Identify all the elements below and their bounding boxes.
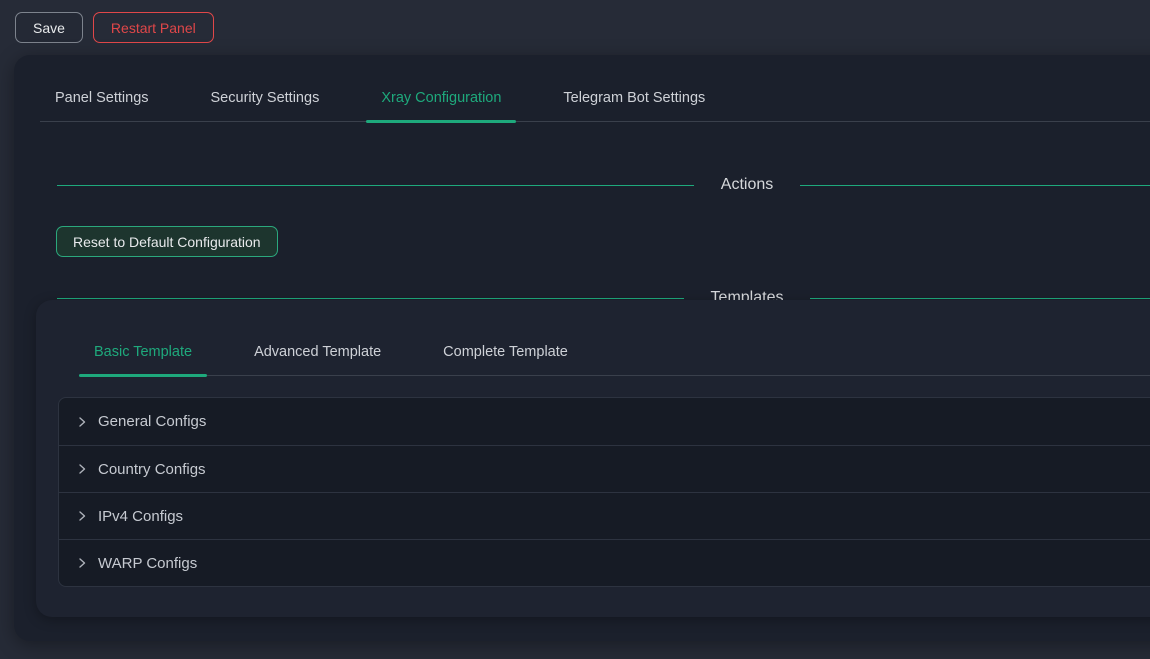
tab-basic-template[interactable]: Basic Template (79, 344, 207, 375)
main-tab-bar: Panel Settings Security Settings Xray Co… (40, 90, 1150, 122)
divider-line (810, 298, 1150, 299)
actions-divider: Actions (14, 176, 1150, 194)
collapse-item-ipv4-configs[interactable]: IPv4 Configs (59, 492, 1150, 539)
collapse-item-label: WARP Configs (98, 556, 197, 571)
collapse-item-country-configs[interactable]: Country Configs (59, 445, 1150, 492)
configs-accordion: General Configs Country Configs IPv4 Con… (58, 397, 1150, 587)
divider-line (57, 298, 684, 299)
tab-panel-settings[interactable]: Panel Settings (40, 90, 164, 121)
tab-complete-template[interactable]: Complete Template (428, 344, 583, 375)
collapse-item-label: IPv4 Configs (98, 509, 183, 524)
reset-default-configuration-button[interactable]: Reset to Default Configuration (56, 226, 278, 257)
tab-advanced-template[interactable]: Advanced Template (239, 344, 396, 375)
tab-telegram-bot-settings[interactable]: Telegram Bot Settings (548, 90, 720, 121)
tab-xray-configuration[interactable]: Xray Configuration (366, 90, 516, 121)
templates-card: Basic Template Advanced Template Complet… (36, 300, 1150, 617)
collapse-item-label: General Configs (98, 414, 206, 429)
settings-card: Panel Settings Security Settings Xray Co… (14, 55, 1150, 641)
collapse-item-general-configs[interactable]: General Configs (59, 398, 1150, 445)
template-tab-bar: Basic Template Advanced Template Complet… (79, 344, 1150, 376)
chevron-right-icon (76, 510, 88, 522)
actions-section-title: Actions (694, 176, 800, 194)
topbar: Save Restart Panel (0, 0, 1150, 55)
collapse-item-label: Country Configs (98, 462, 206, 477)
save-button[interactable]: Save (15, 12, 83, 43)
chevron-right-icon (76, 557, 88, 569)
chevron-right-icon (76, 416, 88, 428)
divider-line (57, 185, 694, 186)
collapse-item-warp-configs[interactable]: WARP Configs (59, 539, 1150, 586)
chevron-right-icon (76, 463, 88, 475)
divider-line (800, 185, 1150, 186)
restart-panel-button[interactable]: Restart Panel (93, 12, 214, 43)
tab-security-settings[interactable]: Security Settings (196, 90, 335, 121)
